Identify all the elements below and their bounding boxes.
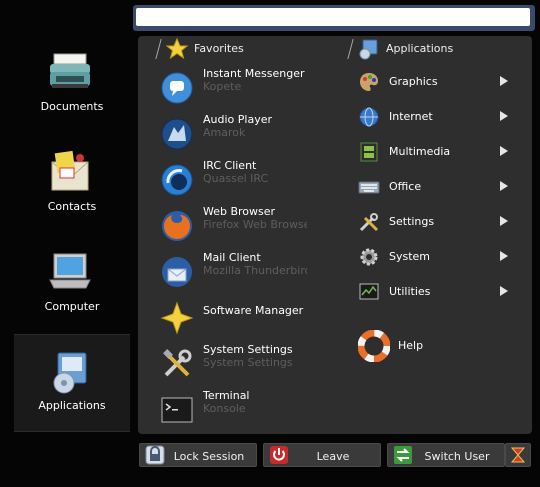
favorite-name: Software Manager — [203, 304, 304, 317]
star-icon — [160, 301, 194, 335]
favorite-web-browser[interactable]: Web Browser Firefox Web Browser — [160, 203, 320, 249]
keyboard-icon — [358, 181, 380, 194]
favorite-name: System Settings — [203, 343, 293, 356]
star-icon — [166, 38, 188, 60]
favorite-name: IRC Client — [203, 159, 257, 172]
favorite-subtitle: Quassel IRC — [203, 172, 269, 185]
divider — [155, 39, 162, 59]
terminal-icon — [161, 397, 193, 423]
film-icon — [360, 142, 378, 162]
sidebar-item-label: Computer — [44, 300, 100, 313]
submenu-arrow-icon — [500, 286, 508, 296]
favorite-instant-messenger[interactable]: Instant Messenger Kopete — [160, 65, 320, 111]
palette-icon — [360, 73, 378, 91]
tools-icon — [359, 213, 379, 232]
submenu-arrow-icon — [500, 216, 508, 226]
app-category-settings[interactable]: Settings — [358, 207, 518, 237]
applications-header: Applications — [347, 36, 530, 62]
firefox-icon — [162, 211, 192, 241]
sidebar-item-applications[interactable]: Applications — [14, 334, 130, 432]
menu-panel: Favorites Applications Instant Messenger… — [138, 36, 532, 434]
favorite-name: Mail Client — [203, 251, 261, 264]
favorite-mail-client[interactable]: Mail Client Mozilla Thunderbird — [160, 249, 320, 295]
hourglass-icon — [510, 447, 526, 463]
irc-icon — [161, 164, 193, 196]
favorite-name: Terminal — [203, 389, 250, 402]
globe-icon — [359, 107, 379, 127]
switch-user-button[interactable]: Switch User — [387, 443, 505, 467]
app-category-label: Internet — [389, 110, 433, 123]
app-category-label: Utilities — [389, 285, 431, 298]
sidebar-item-contacts[interactable]: Contacts — [14, 136, 130, 234]
lifebuoy-icon — [358, 330, 390, 362]
sidebar-item-documents[interactable]: Documents — [14, 36, 130, 134]
lock-session-label: Lock Session — [173, 450, 245, 463]
contacts-icon — [51, 150, 89, 191]
laptop-icon — [49, 253, 91, 289]
sidebar-item-label: Contacts — [47, 200, 97, 213]
utilities-icon — [359, 283, 379, 300]
typewriter-icon — [50, 53, 90, 88]
app-category-label: Settings — [389, 215, 435, 228]
favorite-name: Instant Messenger — [203, 67, 305, 80]
submenu-arrow-icon — [500, 111, 508, 121]
sidebar-item-computer[interactable]: Computer — [14, 236, 130, 334]
sidebar-item-label: Applications — [38, 399, 106, 412]
leave-label: Leave — [316, 450, 350, 463]
favorite-name: Web Browser — [203, 205, 276, 218]
favorites-header: Favorites — [155, 36, 338, 62]
tools-icon — [163, 349, 192, 377]
favorite-subtitle: System Settings — [203, 356, 293, 369]
app-category-office[interactable]: Office — [358, 172, 518, 202]
favorite-terminal[interactable]: Terminal Konsole — [160, 387, 320, 433]
app-category-multimedia[interactable]: Multimedia — [358, 137, 518, 167]
favorite-name: Audio Player — [203, 113, 272, 126]
app-category-system[interactable]: System — [358, 242, 518, 272]
submenu-arrow-icon — [500, 181, 508, 191]
favorite-software-manager[interactable]: Software Manager — [160, 295, 320, 341]
app-help[interactable]: Help — [358, 328, 518, 364]
favorite-subtitle: Mozilla Thunderbird — [203, 264, 307, 277]
submenu-arrow-icon — [500, 76, 508, 86]
gear-icon — [360, 248, 378, 266]
app-category-utilities[interactable]: Utilities — [358, 277, 518, 307]
app-category-label: Multimedia — [389, 145, 451, 158]
sidebar: Documents Contacts Computer Applications — [0, 36, 135, 436]
sidebar-item-label: Documents — [40, 100, 104, 113]
favorite-subtitle: Kopete — [203, 80, 242, 93]
applications-icon — [53, 352, 87, 394]
app-category-label: Office — [389, 180, 422, 193]
wolf-icon — [161, 118, 193, 150]
app-category-label: Graphics — [389, 75, 438, 88]
search-input[interactable] — [136, 8, 530, 26]
submenu-arrow-icon — [500, 146, 508, 156]
favorite-subtitle: Konsole — [203, 402, 246, 415]
hourglass-button[interactable] — [505, 443, 531, 467]
favorites-header-label: Favorites — [194, 42, 244, 55]
favorite-irc-client[interactable]: IRC Client Quassel IRC — [160, 157, 320, 203]
applications-icon — [359, 39, 378, 60]
app-category-internet[interactable]: Internet — [358, 102, 518, 132]
applications-header-label: Applications — [386, 42, 454, 55]
app-category-label: System — [389, 250, 431, 263]
divider — [347, 39, 354, 59]
search-frame — [133, 5, 535, 31]
favorite-subtitle: Amarok — [203, 126, 246, 139]
leave-button[interactable]: Leave — [263, 443, 381, 467]
switch-user-label: Switch User — [424, 450, 490, 463]
lock-session-button[interactable]: Lock Session — [139, 443, 257, 467]
app-category-label: Help — [398, 339, 424, 352]
app-category-graphics[interactable]: Graphics — [358, 67, 518, 97]
favorite-system-settings[interactable]: System Settings System Settings — [160, 341, 320, 387]
submenu-arrow-icon — [500, 251, 508, 261]
chat-icon — [161, 72, 193, 104]
thunderbird-icon — [162, 257, 192, 287]
favorite-audio-player[interactable]: Audio Player Amarok — [160, 111, 320, 157]
favorite-subtitle: Firefox Web Browser — [203, 218, 307, 231]
kickoff-menu: Documents Contacts Computer Applications… — [0, 0, 540, 487]
